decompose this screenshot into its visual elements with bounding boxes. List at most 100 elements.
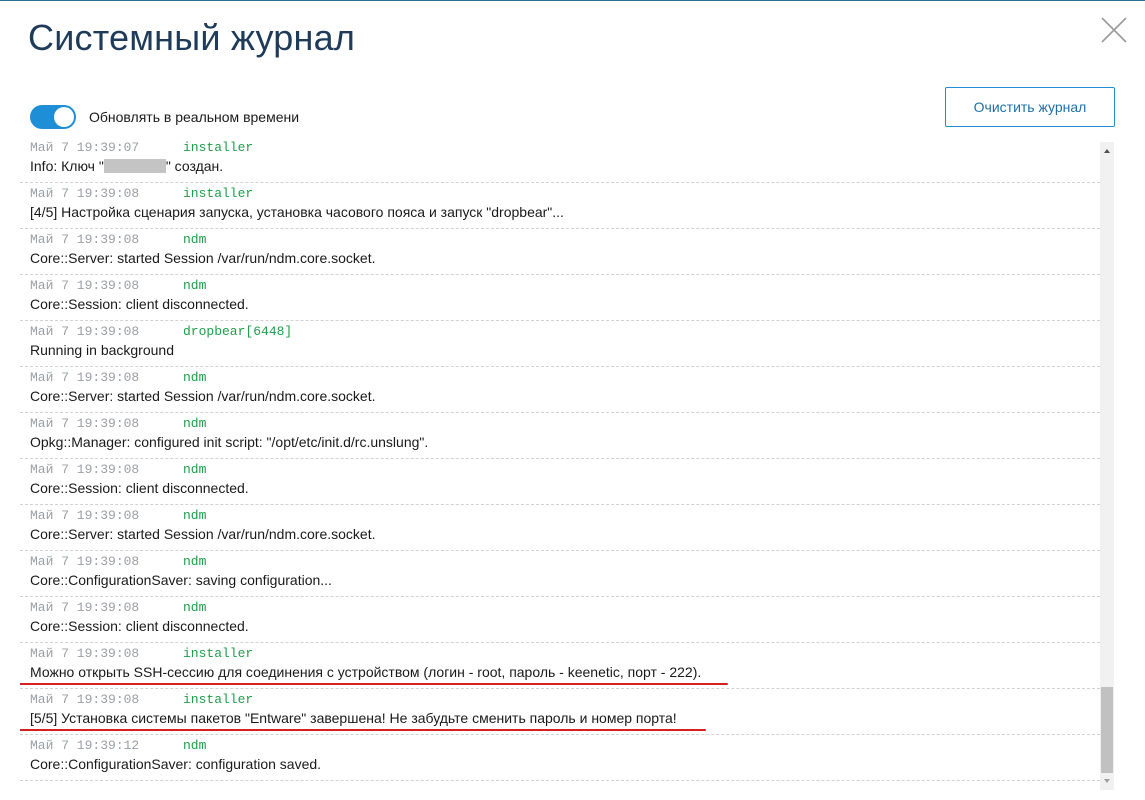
log-entry-meta: Май 7 19:39:08 installer — [30, 186, 253, 202]
log-entry-message: Core::Server: started Session /var/run/n… — [30, 525, 375, 543]
red-underline-annotation — [20, 729, 706, 731]
log-entry-meta: Май 7 19:39:08 ndm — [30, 416, 206, 432]
clear-log-button[interactable]: Очистить журнал — [945, 87, 1115, 127]
log-entry-message: Running in background — [30, 341, 174, 359]
page-title: Системный журнал — [28, 17, 356, 58]
log-entry-timestamp: Май 7 19:39:08 — [30, 370, 140, 385]
log-entry-message: Opkg::Manager: configured init script: "… — [30, 433, 428, 451]
log-entry-meta: Май 7 19:39:08 ndm — [30, 508, 206, 524]
log-viewport: Май 7 19:39:07 installer Info: Ключ " " соз… — [20, 137, 1100, 792]
log-entry-message-text: Running in background — [30, 342, 174, 358]
log-entry-message: Можно открыть SSH-сессию для соединения … — [30, 663, 701, 681]
log-entry-message: Core::Session: client disconnected. — [30, 617, 249, 635]
log-entry: Май 7 19:39:07 installer Info: Ключ " " соз… — [20, 137, 1100, 183]
log-entry-message: [4/5] Настройка сценария запуска, устано… — [30, 203, 564, 221]
log-entry-source: ndm — [183, 232, 207, 247]
realtime-toggle-row: Обновлять в реальном времени — [30, 104, 299, 130]
log-entry-meta: Май 7 19:39:08 ndm — [30, 462, 206, 478]
log-entry-timestamp: Май 7 19:39:08 — [30, 186, 140, 201]
log-entry-source: installer — [183, 186, 254, 201]
log-entry-source: ndm — [183, 416, 207, 431]
log-entry-timestamp: Май 7 19:39:08 — [30, 692, 140, 707]
log-entry-source: ndm — [183, 462, 207, 477]
log-entry-timestamp: Май 7 19:39:08 — [30, 600, 140, 615]
log-entry-message-part: " создан. — [165, 158, 224, 174]
log-entry-timestamp: Май 7 19:39:08 — [30, 278, 140, 293]
log-entry: Май 7 19:39:08 ndmCore::Server: started S… — [20, 229, 1100, 275]
log-entry-meta: Май 7 19:39:12 ndm — [30, 738, 206, 754]
log-entry-message: Core::Server: started Session /var/run/n… — [30, 249, 375, 267]
log-entry-meta: Май 7 19:39:08 ndm — [30, 232, 206, 248]
log-entry: Май 7 19:39:08 ndmCore::Server: started S… — [20, 505, 1100, 551]
log-entry-meta: Май 7 19:39:08 installer — [30, 692, 253, 708]
log-entry-message: Core::Session: client disconnected. — [30, 479, 249, 497]
close-icon — [1101, 17, 1127, 43]
log-entry: Май 7 19:39:08 installer Можно открыть SSH… — [20, 643, 1100, 689]
log-entry-source: ndm — [183, 370, 207, 385]
log-entry-message: [5/5] Установка системы пакетов "Entware… — [30, 709, 677, 727]
log-entry-message-text: Core::Server: started Session /var/run/n… — [30, 388, 376, 404]
log-entry-source: ndm — [183, 738, 207, 753]
log-entry-meta: Май 7 19:39:08 ndm — [30, 554, 206, 570]
log-entry-timestamp: Май 7 19:39:08 — [30, 324, 140, 339]
log-entry-message-text: Core::Session: client disconnected. — [30, 618, 249, 634]
log-scrollbar[interactable] — [1100, 142, 1114, 790]
log-entry-message-text: Core::Server: started Session /var/run/n… — [30, 250, 376, 266]
realtime-toggle[interactable] — [30, 105, 76, 129]
log-entry: Май 7 19:39:08 installer [5/5] Установка с… — [20, 689, 1100, 735]
log-entry-message-text: Core::Session: client disconnected. — [30, 480, 249, 496]
log-entry: Май 7 19:39:08 ndmCore::Session: client d… — [20, 459, 1100, 505]
redacted-value — [103, 159, 166, 173]
log-entry-timestamp: Май 7 19:39:08 — [30, 416, 140, 431]
log-entry-meta: Май 7 19:39:08 ndm — [30, 370, 206, 386]
log-entry-source: ndm — [183, 554, 207, 569]
log-entry-source: installer — [183, 692, 254, 707]
log-entry-message: Core::Session: client disconnected. — [30, 295, 249, 313]
log-entry-timestamp: Май 7 19:39:07 — [30, 140, 140, 155]
log-entry-source: installer — [183, 646, 254, 661]
log-entry-message-part: Info: Ключ " — [30, 158, 104, 174]
log-entry-message-text: [5/5] Установка системы пакетов "Entware… — [30, 710, 677, 726]
realtime-toggle-label: Обновлять в реальном времени — [89, 109, 300, 125]
scroll-up-button[interactable] — [1100, 144, 1114, 158]
log-entry-message: Core::ConfigurationSaver: saving configu… — [30, 571, 332, 589]
log-entry: Май 7 19:39:08 ndmCore::ConfigurationSave… — [20, 551, 1100, 597]
log-entry: Май 7 19:39:08 installer [4/5] Настройка с… — [20, 183, 1100, 229]
log-entry-message: Info: Ключ " " создан. — [30, 157, 223, 175]
close-button[interactable] — [1098, 14, 1130, 46]
scroll-down-button[interactable] — [1100, 774, 1114, 788]
red-underline-annotation — [20, 683, 728, 685]
log-entry-source: ndm — [183, 508, 207, 523]
log-entry-timestamp: Май 7 19:39:08 — [30, 646, 140, 661]
log-entry-meta: Май 7 19:39:08 installer — [30, 646, 253, 662]
log-entry-source: ndm — [183, 278, 207, 293]
scroll-down-arrow-icon — [1104, 779, 1110, 783]
log-entry: Май 7 19:39:08 ndmCore::Session: client d… — [20, 275, 1100, 321]
log-entry-meta: Май 7 19:39:08 ndm — [30, 278, 206, 294]
log-entry-message-text: Core::ConfigurationSaver: saving configu… — [30, 572, 332, 588]
scroll-up-arrow-icon — [1104, 149, 1110, 153]
log-entry-message-text: Можно открыть SSH-сессию для соединения … — [30, 664, 702, 680]
log-entry: Май 7 19:39:08 ndmOpkg::Manager: configur… — [20, 413, 1100, 459]
log-entry: Май 7 19:39:12 ndmCore::ConfigurationSave… — [20, 735, 1100, 781]
log-entry-source: ndm — [183, 600, 207, 615]
log-entry-message-text: Core::Session: client disconnected. — [30, 296, 249, 312]
log-entry-message: Core::Server: started Session /var/run/n… — [30, 387, 375, 405]
scroll-thumb[interactable] — [1101, 687, 1113, 773]
log-entry-message: Core::ConfigurationSaver: configuration … — [30, 755, 321, 773]
log-entry-message-text: Core::Server: started Session /var/run/n… — [30, 526, 376, 542]
log-entry-timestamp: Май 7 19:39:08 — [30, 232, 140, 247]
log-entry-meta: Май 7 19:39:08 dropbear[6448] — [30, 324, 292, 340]
log-entry: Май 7 19:39:08 ndmCore::Session: client d… — [20, 597, 1100, 643]
log-entry-meta: Май 7 19:39:08 ndm — [30, 600, 206, 616]
toggle-knob — [54, 107, 74, 127]
log-entry-timestamp: Май 7 19:39:12 — [30, 738, 140, 753]
log-entry-source: installer — [183, 140, 254, 155]
log-entry-message-text: Opkg::Manager: configured init script: "… — [30, 434, 429, 450]
top-border — [0, 0, 1145, 1]
log-entry: Май 7 19:39:08 dropbear[6448] Running in b… — [20, 321, 1100, 367]
log-entry-timestamp: Май 7 19:39:08 — [30, 508, 140, 523]
log-entry: Май 7 19:39:08 ndmCore::Server: started S… — [20, 367, 1100, 413]
log-entry-source: dropbear[6448] — [183, 324, 293, 339]
log-entry-message-text: [4/5] Настройка сценария запуска, устано… — [30, 204, 564, 220]
